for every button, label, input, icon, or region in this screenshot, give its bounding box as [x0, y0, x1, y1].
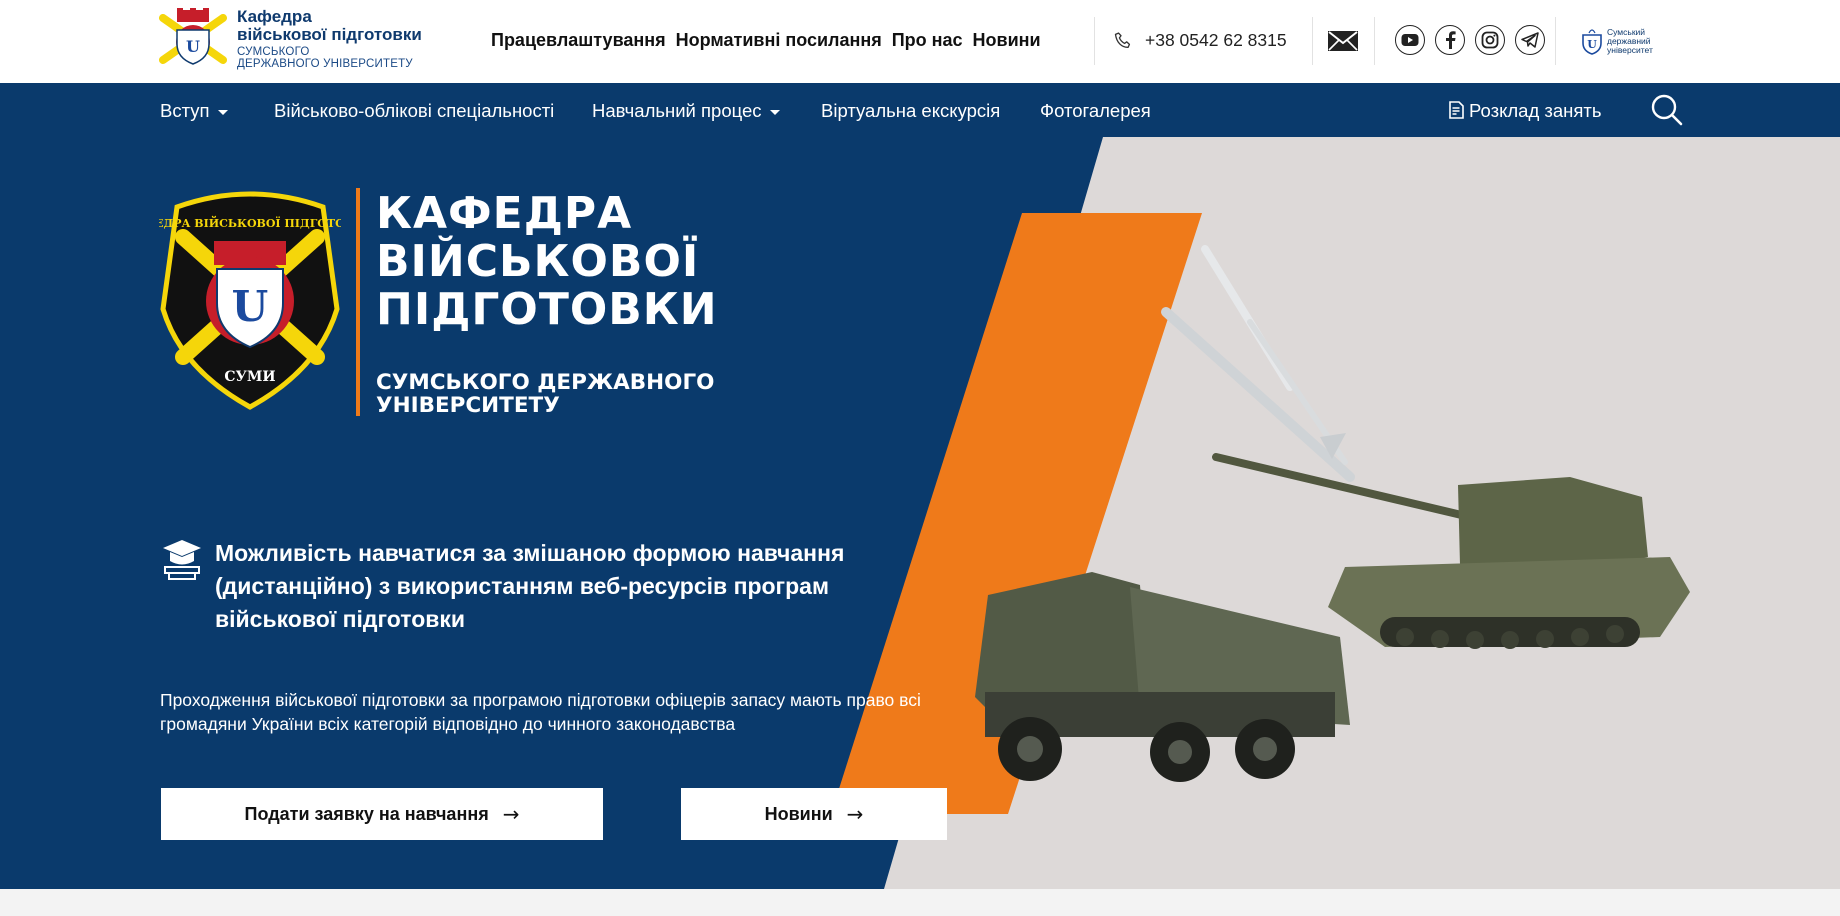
sumdu-logo-link[interactable]: U Сумський державний університет	[1581, 27, 1653, 55]
emblem-top-text: КАФЕДРА ВІЙСЬКОВОЇ ПІДГОТОВКИ	[159, 215, 341, 230]
svg-text:U: U	[232, 282, 269, 331]
search-button[interactable]	[1650, 93, 1684, 132]
instagram-icon	[1481, 31, 1499, 49]
chevron-down-icon	[769, 109, 780, 115]
brand-line-2: військової підготовки	[237, 25, 422, 44]
hero-section: U КАФЕДРА ВІЙСЬКОВОЇ ПІДГОТОВКИ СУМИ КАФ…	[0, 137, 1840, 889]
sumdu-line-3: університет	[1607, 44, 1653, 55]
emblem-bottom-text: СУМИ	[224, 369, 275, 385]
nav-specialties[interactable]: Військово-облікові спеціальності	[274, 100, 554, 122]
svg-text:U: U	[1587, 38, 1597, 51]
svg-text:U: U	[186, 37, 200, 56]
telegram-icon	[1521, 32, 1539, 48]
youtube-link[interactable]	[1395, 25, 1425, 55]
brand-line-1: Кафедра	[237, 7, 312, 26]
apply-button-label: Подати заявку на навчання	[244, 803, 489, 824]
subtitle-line-1: СУМСЬКОГО ДЕРЖАВНОГО	[376, 370, 715, 395]
top-nav-news[interactable]: Новини	[973, 30, 1041, 51]
nav-photo-gallery-label: Фотогалерея	[1040, 100, 1151, 121]
nav-specialties-label: Військово-облікові спеціальності	[274, 100, 555, 121]
search-icon	[1651, 94, 1683, 126]
site-logo-link[interactable]: U Кафедра військової підготовки СУМСЬКОГ…	[159, 8, 422, 70]
schedule-document-icon	[1449, 101, 1464, 119]
nav-virtual-tour-label: Віртуальна екскурсія	[821, 100, 1001, 121]
top-nav: Працевлаштування Нормативні посилання Пр…	[491, 30, 1041, 51]
phone-number: +38 0542 62 8315	[1145, 30, 1287, 50]
feature-text: Можливість навчатися за змішаною формою …	[215, 540, 845, 632]
title-line-1: КАФЕДРА	[376, 188, 633, 239]
phone-link[interactable]: +38 0542 62 8315	[1113, 30, 1287, 51]
nav-virtual-tour[interactable]: Віртуальна екскурсія	[821, 100, 1000, 122]
schedule-link[interactable]: Розклад занять	[1448, 100, 1602, 122]
arrow-right-icon: →	[502, 802, 520, 826]
mail-button[interactable]	[1327, 28, 1359, 59]
brand-line-4: ДЕРЖАВНОГО УНІВЕРСИТЕТУ	[237, 58, 413, 70]
social-links	[1395, 25, 1545, 55]
youtube-icon	[1401, 34, 1419, 46]
instagram-link[interactable]	[1475, 25, 1505, 55]
title-line-2: ВІЙСЬКОВОЇ	[376, 236, 700, 287]
drone-illustration	[1161, 245, 1355, 482]
nav-admission[interactable]: Вступ	[160, 100, 228, 122]
department-logo-icon: U	[159, 8, 227, 65]
brand-line-3: СУМСЬКОГО	[237, 46, 310, 58]
nav-admission-label: Вступ	[160, 100, 210, 121]
nav-photo-gallery[interactable]: Фотогалерея	[1040, 100, 1151, 122]
feature-block: Можливість навчатися за змішаною формою …	[161, 537, 935, 636]
chevron-down-icon	[217, 109, 228, 115]
page-subtitle: СУМСЬКОГО ДЕРЖАВНОГО УНІВЕРСИТЕТУ	[376, 371, 796, 417]
nav-learning-process-label: Навчальний процес	[592, 100, 762, 121]
hero-description: Проходження військової підготовки за про…	[160, 690, 921, 734]
page-bottom-strip	[0, 889, 1840, 916]
telegram-link[interactable]	[1515, 25, 1545, 55]
top-nav-about[interactable]: Про нас	[892, 30, 963, 51]
divider	[1094, 17, 1095, 65]
howitzer-illustration	[1212, 453, 1690, 649]
mail-icon	[1328, 31, 1358, 51]
top-nav-employment[interactable]: Працевлаштування	[491, 30, 666, 51]
divider	[1312, 17, 1313, 65]
divider	[1555, 17, 1556, 65]
department-emblem: U КАФЕДРА ВІЙСЬКОВОЇ ПІДГОТОВКИ СУМИ	[159, 191, 341, 410]
graduation-cap-icon	[163, 540, 201, 580]
arrow-right-icon: →	[846, 802, 864, 826]
apply-button[interactable]: Подати заявку на навчання →	[161, 788, 603, 840]
news-button[interactable]: Новини →	[681, 788, 947, 840]
facebook-icon	[1446, 31, 1456, 49]
main-nav: Вступ Військово-облікові спеціальності Н…	[0, 83, 1840, 137]
subtitle-line-2: УНІВЕРСИТЕТУ	[376, 393, 560, 418]
page-title: КАФЕДРА ВІЙСЬКОВОЇ ПІДГОТОВКИ	[376, 190, 796, 334]
top-nav-regulations[interactable]: Нормативні посилання	[676, 30, 882, 51]
phone-icon	[1114, 31, 1131, 48]
top-header: U Кафедра військової підготовки СУМСЬКОГ…	[0, 0, 1840, 83]
schedule-label: Розклад занять	[1469, 100, 1602, 121]
facebook-link[interactable]	[1435, 25, 1465, 55]
nav-learning-process[interactable]: Навчальний процес	[592, 100, 780, 122]
divider	[1374, 17, 1375, 65]
sumdu-logo-icon: U	[1582, 29, 1602, 55]
title-accent-line	[356, 188, 360, 416]
rocket-launcher-illustration	[975, 572, 1350, 782]
title-line-3: ПІДГОТОВКИ	[376, 284, 718, 335]
news-button-label: Новини	[764, 803, 833, 824]
